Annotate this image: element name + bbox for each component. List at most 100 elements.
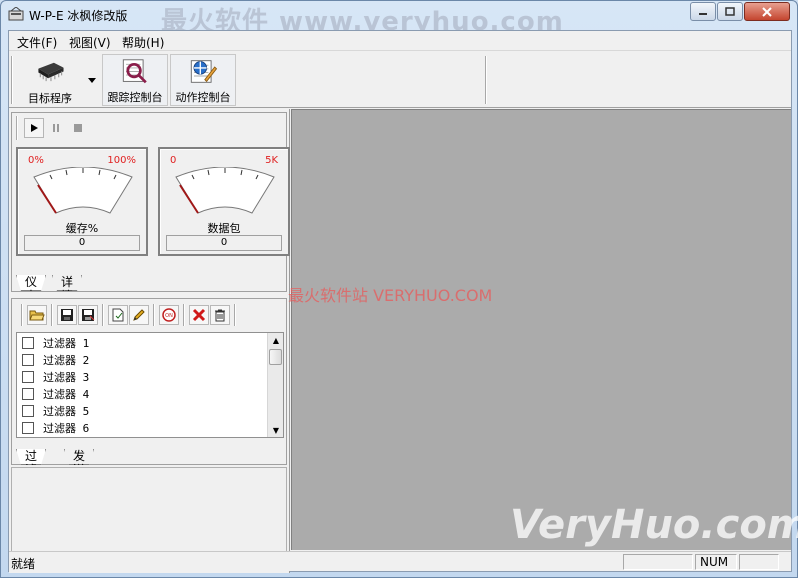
client-area: 文件(F) 视图(V) 帮助(H) 目标程序 跟踪控制台 动作控制台 0% 10… <box>8 30 798 573</box>
menu-help[interactable]: 帮助(H) <box>122 34 164 51</box>
close-button[interactable] <box>744 2 790 21</box>
scroll-up-icon[interactable]: ▲ <box>268 333 283 347</box>
toolbar-separator <box>11 56 13 104</box>
action-console-label: 动作控制台 <box>175 91 231 104</box>
menu-view[interactable]: 视图(V) <box>69 34 111 51</box>
toolbar-separator <box>183 304 185 326</box>
tab-send[interactable]: 发送 <box>64 449 94 465</box>
tab-gauges[interactable]: 仪表 <box>16 275 46 291</box>
status-bar: 就绪 NUM <box>9 551 791 571</box>
toolbar-separator <box>102 304 104 326</box>
toolbar-separator <box>485 56 487 104</box>
buffer-gauge-min: 0% <box>28 155 44 166</box>
filter-checkbox[interactable] <box>22 421 34 434</box>
trace-magnifier-icon <box>122 59 147 84</box>
filter-checkbox[interactable] <box>22 353 34 366</box>
target-program-label: 目标程序 <box>28 92 72 105</box>
main-window: W-P-E 冰枫修改版 最火软件 www.veryhuo.com 文件(F) 视… <box>0 0 798 578</box>
scroll-down-icon[interactable]: ▼ <box>268 423 283 437</box>
workspace-watermark: 最火软件站 VERYHUO.COM <box>288 286 493 305</box>
stop-icon <box>74 124 82 132</box>
toolbar-separator <box>153 304 155 326</box>
monitor-pane: 0% 100% 缓存% 0 0 5K 数据包 0 仪表 详情 <box>11 112 290 292</box>
close-icon <box>762 6 772 17</box>
tab-details[interactable]: 详情 <box>52 275 82 291</box>
minimize-button[interactable] <box>690 2 716 21</box>
filter-checkbox[interactable] <box>22 370 34 383</box>
toolbar-separator <box>51 304 53 326</box>
buffer-gauge: 0% 100% 缓存% 0 <box>16 147 148 256</box>
left-panel: 0% 100% 缓存% 0 0 5K 数据包 0 仪表 详情 ON 过滤器 1 … <box>9 109 290 573</box>
filter-scrollbar[interactable]: ▲ ▼ <box>267 333 283 437</box>
main-toolbar: 目标程序 跟踪控制台 动作控制台 <box>9 52 791 108</box>
toggle-filter-button[interactable]: ON <box>159 305 179 325</box>
play-button[interactable] <box>24 118 44 138</box>
pause-button[interactable] <box>46 118 66 138</box>
filter-label: 过滤器 5 <box>43 404 90 418</box>
toolbar-separator <box>21 304 23 326</box>
filter-checkbox[interactable] <box>22 336 34 349</box>
maximize-icon <box>725 7 735 16</box>
filter-list: 过滤器 1 过滤器 2 过滤器 3 过滤器 4 过滤器 5 过滤器 6 ▲ ▼ <box>16 332 284 438</box>
new-filter-button[interactable] <box>108 305 128 325</box>
svg-text:ON: ON <box>165 313 173 319</box>
list-item[interactable]: 过滤器 3 <box>17 368 269 385</box>
chevron-down-icon[interactable] <box>86 70 98 90</box>
trash-icon <box>215 309 225 322</box>
pause-icon <box>53 124 59 132</box>
red-x-icon <box>192 308 206 322</box>
filter-label: 过滤器 4 <box>43 387 90 401</box>
packets-gauge-dial <box>175 167 275 214</box>
filter-checkbox[interactable] <box>22 404 34 417</box>
packets-gauge: 0 5K 数据包 0 <box>158 147 290 256</box>
stop-button[interactable] <box>68 118 88 138</box>
filter-label: 过滤器 3 <box>43 370 90 384</box>
save-as-icon <box>82 309 95 321</box>
list-item[interactable]: 过滤器 4 <box>17 385 269 402</box>
workspace-area: 最火软件站 VERYHUO.COM VeryHuo.com <box>288 109 798 550</box>
list-item[interactable]: 过滤器 2 <box>17 351 269 368</box>
title-bar[interactable]: W-P-E 冰枫修改版 最火软件 www.veryhuo.com <box>1 1 797 37</box>
filter-label: 过滤器 1 <box>43 336 90 350</box>
status-text: 就绪 <box>11 557 36 571</box>
folder-open-icon <box>29 310 45 321</box>
save-button[interactable] <box>57 305 77 325</box>
open-button[interactable] <box>27 305 47 325</box>
packets-gauge-min: 0 <box>170 155 177 166</box>
buffer-gauge-dial <box>33 167 133 214</box>
status-cell <box>739 554 779 570</box>
save-as-button[interactable] <box>78 305 98 325</box>
filter-label: 过滤器 6 <box>43 421 90 435</box>
save-icon <box>61 309 73 321</box>
menu-bar: 文件(F) 视图(V) 帮助(H) <box>9 31 791 51</box>
app-icon <box>8 7 24 21</box>
play-icon <box>31 124 38 132</box>
packets-gauge-label: 数据包 <box>207 222 241 235</box>
pencil-icon <box>133 309 145 321</box>
action-console-button[interactable]: 动作控制台 <box>170 54 236 106</box>
edit-filter-button[interactable] <box>129 305 149 325</box>
new-document-icon <box>112 308 124 322</box>
list-item[interactable]: 过滤器 1 <box>17 334 269 351</box>
packets-gauge-max: 5K <box>265 155 278 166</box>
packets-gauge-value: 0 <box>166 235 282 251</box>
target-program-button[interactable]: 目标程序 <box>15 54 85 106</box>
list-item[interactable]: 过滤器 6 <box>17 419 269 436</box>
on-off-icon: ON <box>162 308 176 322</box>
trace-console-button[interactable]: 跟踪控制台 <box>102 54 168 106</box>
trash-button[interactable] <box>210 305 230 325</box>
maximize-button[interactable] <box>717 2 743 21</box>
list-item[interactable]: 过滤器 5 <box>17 402 269 419</box>
toolbar-separator <box>234 304 236 326</box>
menu-file[interactable]: 文件(F) <box>17 34 57 51</box>
filter-checkbox[interactable] <box>22 387 34 400</box>
minimize-icon <box>699 12 707 15</box>
status-cell <box>623 554 693 570</box>
buffer-gauge-max: 100% <box>107 155 136 166</box>
buffer-gauge-value: 0 <box>24 235 140 251</box>
scroll-thumb[interactable] <box>269 349 282 365</box>
window-title: W-P-E 冰枫修改版 <box>29 9 128 23</box>
delete-filter-button[interactable] <box>189 305 209 325</box>
tab-filters[interactable]: 过滤器 <box>16 449 46 465</box>
num-lock-indicator: NUM <box>695 554 737 570</box>
